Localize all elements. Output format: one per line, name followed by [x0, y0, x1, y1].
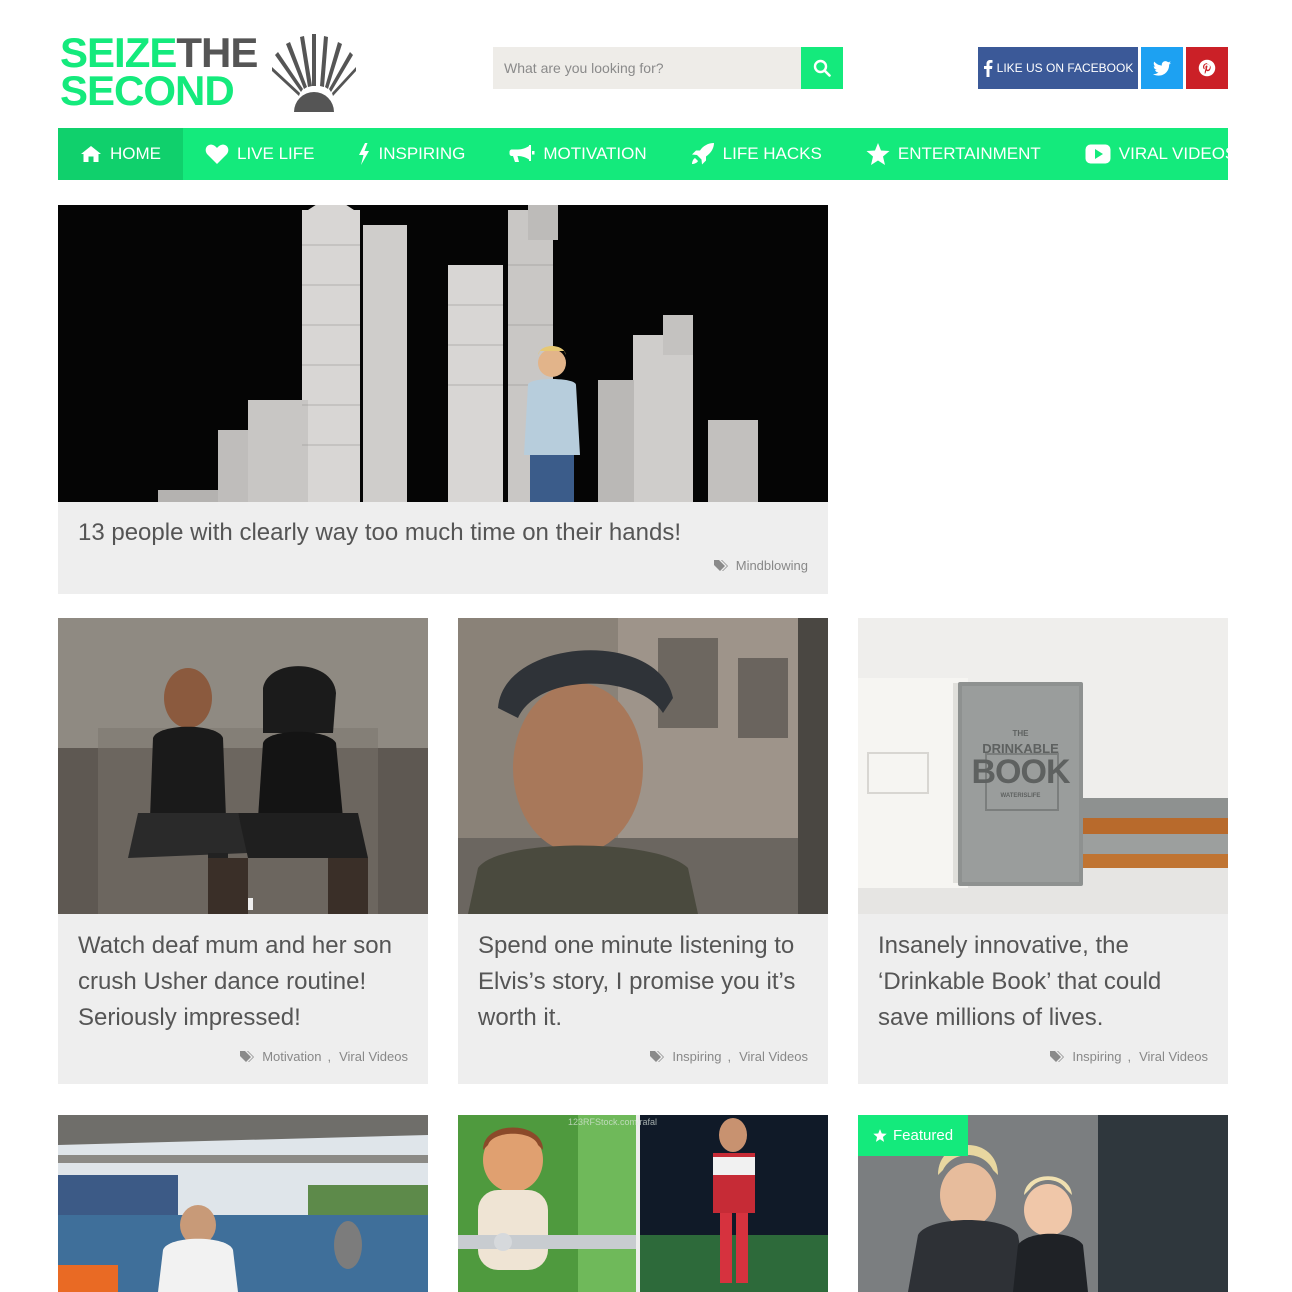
featured-badge[interactable]: Featured: [858, 1115, 969, 1156]
rocket-icon: [691, 143, 714, 165]
search-bar: [493, 47, 843, 89]
post-image[interactable]: [58, 618, 428, 914]
megaphone-icon: [509, 145, 535, 162]
tag-link[interactable]: Inspiring: [1072, 1049, 1121, 1064]
tag-link[interactable]: Motivation: [262, 1049, 321, 1064]
featured-post-card[interactable]: 13 people with clearly way too much time…: [58, 205, 828, 594]
twitter-icon: [1153, 60, 1171, 76]
site-logo[interactable]: SEIZETHE SECOND: [60, 32, 360, 114]
nav-item-label: VIRAL VIDEOS: [1118, 144, 1237, 163]
tag-icon: [240, 1051, 255, 1062]
tag-link[interactable]: Viral Videos: [1139, 1049, 1208, 1064]
card-towers-image: [58, 205, 828, 502]
post-card[interactable]: Watch deaf mum and her son crush Usher d…: [58, 618, 428, 1084]
featured-post-tags: Mindblowing: [713, 558, 808, 573]
tag-link[interactable]: Mindblowing: [736, 558, 808, 573]
featured-post-title[interactable]: 13 people with clearly way too much time…: [78, 518, 808, 548]
post-card[interactable]: Featured: [858, 1115, 1228, 1292]
logo-text-second: SECOND: [60, 67, 235, 114]
star-icon: [866, 143, 890, 165]
post-tags: Motivation, Viral Videos: [240, 1049, 408, 1064]
post-card[interactable]: 123RFStock.com/rafal: [458, 1115, 828, 1292]
nav-item-label: MOTIVATION: [543, 144, 647, 163]
book-cover-top: THE: [1012, 729, 1029, 738]
post-title[interactable]: Watch deaf mum and her son crush Usher d…: [78, 928, 408, 1036]
rising-sun-icon: [272, 34, 356, 112]
post-tags: Inspiring, Viral Videos: [650, 1049, 808, 1064]
nav-item-label: LIVE LIFE: [237, 144, 315, 163]
facebook-button-label: LIKE US ON FACEBOOK: [996, 61, 1134, 75]
heart-icon: [205, 144, 229, 164]
site-header: SEIZETHE SECOND What are you looking for…: [0, 0, 1292, 128]
post-title[interactable]: Insanely innovative, the ‘Drinkable Book…: [878, 928, 1208, 1036]
star-icon: [873, 1129, 887, 1142]
bolt-icon: [359, 143, 370, 165]
market-photo-image: [58, 1115, 428, 1292]
book-cover-text: THE DRINKABLE BOOK WATERISLIFE: [962, 729, 1079, 800]
nav-item-viral-videos[interactable]: VIRAL VIDEOS: [1063, 128, 1258, 180]
main-nav: HOME LIVE LIFE INSPIRING MOTIVATION LIFE…: [58, 128, 1236, 180]
tag-icon: [1050, 1051, 1065, 1062]
post-card[interactable]: [58, 1115, 428, 1292]
post-card[interactable]: THE DRINKABLE BOOK WATERISLIFE Insanely …: [858, 618, 1228, 1084]
post-tags: Inspiring, Viral Videos: [1050, 1049, 1208, 1064]
post-image[interactable]: [58, 1115, 428, 1292]
nav-item-label: ENTERTAINMENT: [897, 144, 1041, 163]
logo-line-2: SECOND: [60, 70, 235, 112]
nav-item-life-hacks[interactable]: LIFE HACKS: [669, 128, 844, 180]
nav-item-inspiring[interactable]: INSPIRING: [336, 128, 487, 180]
stock-watermark: 123RFStock.com/rafal: [568, 1117, 658, 1127]
tag-link[interactable]: Viral Videos: [739, 1049, 808, 1064]
tag-separator: ,: [1127, 1049, 1132, 1064]
home-icon: [81, 146, 101, 162]
search-icon: [813, 59, 831, 77]
tag-link[interactable]: Viral Videos: [339, 1049, 408, 1064]
pinterest-button[interactable]: [1186, 47, 1228, 89]
nav-item-entertainment[interactable]: ENTERTAINMENT: [844, 128, 1063, 180]
tag-icon: [713, 560, 728, 571]
nav-item-label: HOME: [110, 144, 161, 163]
post-title[interactable]: Spend one minute listening to Elvis’s st…: [478, 928, 808, 1036]
tag-icon: [650, 1051, 665, 1062]
foosball-soccer-image: [458, 1115, 828, 1292]
post-image[interactable]: 123RFStock.com/rafal: [458, 1115, 828, 1292]
book-cover-title-2: BOOK: [971, 753, 1071, 791]
tag-link[interactable]: Inspiring: [672, 1049, 721, 1064]
book-cover-sub: WATERISLIFE: [1000, 793, 1041, 799]
post-image[interactable]: THE DRINKABLE BOOK WATERISLIFE: [858, 618, 1228, 914]
post-card[interactable]: Spend one minute listening to Elvis’s st…: [458, 618, 828, 1084]
featured-post-image[interactable]: [58, 205, 828, 502]
twitter-button[interactable]: [1141, 47, 1183, 89]
post-image[interactable]: [458, 618, 828, 914]
search-button[interactable]: [801, 47, 843, 89]
nav-item-label: INSPIRING: [378, 144, 466, 163]
facebook-icon: [983, 60, 993, 77]
nav-item-motivation[interactable]: MOTIVATION: [487, 128, 668, 180]
dance-photo-image: [58, 618, 428, 914]
nav-item-live-life[interactable]: LIVE LIFE: [183, 128, 336, 180]
featured-badge-label: Featured: [893, 1127, 954, 1144]
pinterest-icon: [1198, 59, 1216, 77]
man-portrait-image: [458, 618, 828, 914]
nav-item-home[interactable]: HOME: [58, 128, 183, 180]
tag-separator: ,: [327, 1049, 332, 1064]
nav-item-label: LIFE HACKS: [722, 144, 822, 163]
facebook-like-button[interactable]: LIKE US ON FACEBOOK: [978, 47, 1138, 89]
play-icon: [1085, 144, 1111, 164]
tag-separator: ,: [727, 1049, 732, 1064]
search-input[interactable]: [493, 47, 801, 89]
